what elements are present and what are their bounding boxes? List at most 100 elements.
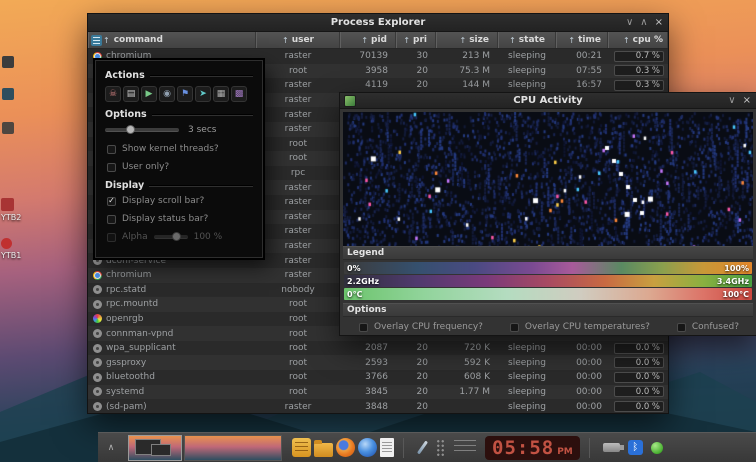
- priority-icon[interactable]: ⚑: [177, 86, 193, 102]
- column-header-size[interactable]: ↑ size: [436, 32, 498, 48]
- checkbox-display-scroll-bar[interactable]: ✓ Display scroll bar?: [105, 196, 253, 206]
- close-icon[interactable]: ×: [743, 95, 751, 106]
- gauge-icon[interactable]: ▦: [213, 86, 229, 102]
- usage-min-label: 0%: [347, 264, 361, 273]
- alpha-checkbox[interactable]: [107, 232, 116, 242]
- display-checkboxes: ✓ Display scroll bar? Display status bar?: [105, 196, 253, 224]
- shortcut-label: YTB2: [1, 213, 22, 222]
- folder-icon[interactable]: [314, 440, 333, 457]
- pager-desktop-1[interactable]: [128, 434, 182, 461]
- shelf-arrow-icon[interactable]: [104, 443, 118, 453]
- cpu-options-checkboxes: Overlay CPU frequency? Overlay CPU temper…: [343, 317, 753, 332]
- checkbox-display-status-bar[interactable]: Display status bar?: [105, 214, 253, 224]
- freq-min-label: 2.2GHz: [347, 277, 380, 286]
- checkbox-show-kernel-threads[interactable]: Show kernel threads?: [105, 144, 253, 154]
- column-header-time[interactable]: ↑ time: [556, 32, 608, 48]
- column-header-pid[interactable]: ↑ pid: [340, 32, 396, 48]
- theme-icon[interactable]: ▩: [231, 86, 247, 102]
- notes-icon[interactable]: [292, 438, 311, 457]
- checkbox-overlay-cpu-frequency[interactable]: Overlay CPU frequency?: [357, 322, 483, 332]
- column-header-user[interactable]: ↑ user: [256, 32, 340, 48]
- table-row[interactable]: systemd root 3845 20 1.77 M sleeping 00:00 0.0 …: [88, 384, 668, 400]
- slider-track[interactable]: [105, 125, 179, 134]
- process-name: gssproxy: [106, 357, 147, 368]
- checkbox-confused[interactable]: Confused?: [675, 322, 739, 332]
- column-header-cpu[interactable]: ↑ cpu %: [608, 32, 668, 48]
- legend-section-header: Legend: [343, 246, 753, 260]
- maximize-icon[interactable]: ∧: [640, 17, 647, 28]
- gear-icon: [93, 358, 102, 368]
- cell-pri: 20: [416, 343, 428, 354]
- collapse-icon[interactable]: ∨: [626, 17, 633, 28]
- gear-icon: [93, 285, 102, 295]
- cell-pri: 20: [416, 401, 428, 412]
- cell-pri: 20: [416, 372, 428, 383]
- desktop-shortcut-ytb1[interactable]: YTB1: [1, 238, 21, 260]
- desktop-icon[interactable]: [2, 56, 14, 68]
- column-label: state: [518, 35, 545, 45]
- cell-time: 07:55: [576, 65, 602, 76]
- cpu-activity-titlebar[interactable]: CPU Activity ∨ ×: [340, 93, 756, 109]
- desktop-shortcut-ytb2[interactable]: YTB2: [1, 198, 21, 222]
- table-row[interactable]: wpa_supplicant root 2087 20 720 K sleeping 00:…: [88, 340, 668, 356]
- cell-cpu: 0.7 %: [608, 49, 668, 64]
- desktop-icon[interactable]: [2, 122, 14, 134]
- firefox-icon[interactable]: [336, 438, 355, 457]
- cell-user: raster: [284, 80, 312, 91]
- cell-command: connman-vpnd: [88, 326, 256, 341]
- cell-user: root: [288, 386, 308, 397]
- alpha-slider-track[interactable]: [153, 232, 188, 241]
- kill-icon[interactable]: ☠: [105, 86, 121, 102]
- checkbox-box: [676, 322, 686, 332]
- processes-icon[interactable]: ▤: [123, 86, 139, 102]
- usb-icon[interactable]: [602, 443, 624, 452]
- alpha-control[interactable]: Alpha 100 %: [105, 232, 253, 242]
- column-header-pri[interactable]: ↑ pri: [396, 32, 436, 48]
- bluetooth-icon[interactable]: [627, 440, 643, 455]
- checkbox-user-only[interactable]: User only?: [105, 162, 253, 172]
- cell-command: bluetoothd: [88, 370, 256, 385]
- alpha-slider-knob[interactable]: [172, 232, 182, 241]
- process-explorer-titlebar[interactable]: Process Explorer ∨ ∧ ×: [88, 14, 668, 32]
- inspect-icon[interactable]: ◉: [159, 86, 175, 102]
- cell-user: root: [288, 153, 308, 164]
- export-icon[interactable]: ➤: [195, 86, 211, 102]
- checkbox-box: [359, 322, 368, 332]
- menu-icon[interactable]: [91, 35, 102, 46]
- pager-desktop-2[interactable]: [184, 434, 282, 461]
- poll-interval-slider[interactable]: 3 secs: [105, 125, 253, 135]
- column-header-state[interactable]: ↑ state: [498, 32, 556, 48]
- document-icon[interactable]: [380, 438, 394, 457]
- cell-user: raster: [284, 241, 312, 252]
- column-header-command[interactable]: ↑ command: [88, 32, 256, 48]
- slider-knob[interactable]: [125, 125, 135, 134]
- close-icon[interactable]: ×: [655, 17, 663, 28]
- status-icon[interactable]: [650, 441, 663, 454]
- clock-meridiem: PM: [557, 446, 573, 457]
- checkbox-label: User only?: [122, 162, 170, 172]
- cell-user: root: [288, 65, 308, 76]
- taskbar-separator: [403, 437, 404, 458]
- checkbox-overlay-cpu-temperatures[interactable]: Overlay CPU temperatures?: [508, 322, 650, 332]
- run-icon[interactable]: ▶: [141, 86, 157, 102]
- collapse-icon[interactable]: ∨: [728, 95, 735, 106]
- cell-state: sleeping: [508, 80, 546, 91]
- handle-icon[interactable]: [436, 438, 445, 457]
- table-row[interactable]: (sd-pam) raster 3848 20 sleeping 00:00 0.0 %: [88, 399, 668, 413]
- desktop-icon[interactable]: [2, 88, 14, 100]
- cell-pid: 2087: [365, 343, 388, 354]
- table-row[interactable]: bluetoothd root 3766 20 608 K sleeping 00:00 0.…: [88, 370, 668, 385]
- column-label: cpu %: [632, 35, 663, 45]
- gear-icon: [93, 387, 102, 397]
- cell-state: sleeping: [508, 65, 546, 76]
- sort-arrow-icon: ↑: [403, 35, 411, 45]
- picker-icon[interactable]: [413, 438, 432, 457]
- process-name: systemd: [106, 386, 145, 397]
- table-row[interactable]: gssproxy root 2593 20 592 K sleeping 00:00 0.0 …: [88, 355, 668, 371]
- gear-icon: [93, 299, 102, 309]
- column-label: pri: [413, 35, 427, 45]
- taskbar-clock[interactable]: 05:58 PM: [485, 435, 580, 460]
- pager-mini-window: [151, 443, 171, 456]
- cell-user: rpc: [290, 168, 306, 179]
- globe-icon[interactable]: [358, 438, 377, 457]
